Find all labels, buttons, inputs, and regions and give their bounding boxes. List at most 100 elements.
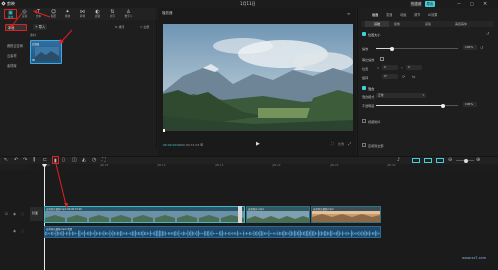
opacity-slider-knob[interactable] (441, 103, 446, 108)
tool-text[interactable]: T 文本 (32, 9, 45, 19)
tab-animation[interactable]: 动画 (400, 12, 406, 17)
video-clip-1[interactable]: 自然风光视频.mp4 00:00:15:00 (44, 206, 245, 223)
subtab-beauty[interactable]: 美颜美体 (455, 22, 467, 26)
waveform-bar (376, 231, 378, 236)
delete-icon[interactable]: ▯ (62, 157, 65, 163)
position-x-field[interactable]: 0 (382, 65, 398, 70)
subtab-mask[interactable]: 蒙版 (425, 22, 431, 26)
reset-icon[interactable]: ↺ (486, 31, 489, 36)
video-clip-3[interactable]: 自然风光视频.mp4 (311, 206, 381, 223)
player-progress-track[interactable] (163, 129, 353, 132)
lock-icon[interactable]: ⊡ (5, 212, 8, 216)
play-button[interactable]: ▶ (256, 141, 260, 147)
blend-checkbox[interactable] (362, 86, 366, 90)
tool-transition[interactable]: ⋈ 转场 (76, 9, 89, 19)
import-button[interactable]: + 导入 (33, 24, 48, 30)
subtab-keying[interactable]: 抠像 (394, 22, 400, 26)
snap-toggle[interactable] (412, 158, 420, 163)
rotate-field[interactable]: 0° (382, 74, 398, 79)
linkage-toggle[interactable] (424, 158, 432, 163)
fullscreen-icon[interactable]: ⤢ (348, 141, 351, 146)
sidebar-item-cloud-assets[interactable]: 云素材 (5, 53, 27, 60)
scale-value-field[interactable]: 100% (463, 45, 477, 50)
tool-avatar[interactable]: ♙ 数字人 (121, 9, 136, 19)
redo-icon[interactable]: ↷ (23, 157, 27, 163)
scale-slider[interactable] (376, 46, 458, 51)
waveform-bar (313, 230, 315, 237)
stabilize-checkbox[interactable] (362, 119, 366, 123)
tab-adjust[interactable]: 调节 (414, 12, 420, 17)
mic-icon[interactable]: ♪ (397, 157, 400, 163)
tool-filter[interactable]: ◐ 滤镜 (91, 9, 104, 19)
zoom-slider[interactable] (456, 158, 474, 163)
close-icon[interactable]: × (483, 1, 487, 7)
grid-icon[interactable]: ⊞ (200, 142, 203, 147)
scale-reset-icon[interactable]: ↺ (480, 45, 483, 50)
flip-horizontal-icon[interactable]: ⇆ (412, 74, 415, 79)
filter-all-button[interactable]: ▽ 全部 (140, 25, 149, 29)
tool-adjust[interactable]: ⇅ 调节 (106, 9, 119, 19)
sort-button[interactable]: ⇅ 排序 (115, 25, 124, 29)
split-clip-icon[interactable]: ▮ (52, 156, 59, 164)
mirror-icon[interactable]: ◭ (82, 157, 86, 163)
crop-clip-icon[interactable]: ⛶ (102, 157, 106, 163)
split-icon[interactable]: ⫼ (33, 157, 35, 163)
zoom-out-icon[interactable]: ⊖ (448, 157, 452, 163)
audio-mute-icon[interactable]: ◌ (21, 229, 24, 233)
audio-clip[interactable]: 自然风光视频.mp4 音频 (44, 226, 381, 238)
crop-icon[interactable]: ⛶ (331, 141, 334, 146)
export-button[interactable]: 导出 (425, 1, 435, 7)
position-size-checkbox[interactable] (362, 32, 366, 36)
aspect-ratio-button[interactable]: 比例 (338, 142, 344, 146)
sidebar-item-library[interactable]: 素材库 (5, 63, 27, 70)
opacity-value-field[interactable]: 100% (463, 102, 477, 107)
uniform-scale-checkbox[interactable] (380, 57, 384, 61)
eye-icon[interactable]: ◉ (13, 212, 16, 216)
stabilize-label: 视频防抖 (368, 120, 381, 124)
tab-ai-effects[interactable]: AI效果 (428, 12, 438, 17)
subtab-basic[interactable]: 基础 (365, 21, 389, 27)
tab-speed[interactable]: 变速 (386, 12, 392, 17)
zoom-slider-knob[interactable] (464, 158, 468, 163)
rotate-icon[interactable]: ⟳ (402, 74, 405, 79)
opacity-slider[interactable] (376, 103, 458, 108)
clip-caption: 已添加 (32, 43, 40, 46)
tool-audio[interactable]: ◎ 音频 (18, 9, 31, 19)
apply-all-checkbox[interactable] (362, 143, 366, 147)
tool-sticker[interactable]: ☺ 贴纸 (47, 9, 60, 19)
undo-icon[interactable]: ↶ (14, 157, 18, 163)
sidebar-item-local[interactable]: 本地 (5, 24, 27, 31)
waveform-bar (285, 231, 286, 236)
waveform-bar (102, 232, 103, 235)
media-clip-thumbnail[interactable]: 已添加 00:01:20 (30, 40, 62, 64)
zoom-in-icon[interactable]: ⊕ (476, 157, 480, 163)
waveform-bar (315, 231, 316, 236)
preview-axis-toggle[interactable] (436, 158, 444, 163)
shortcut-button[interactable]: 快捷键 (410, 1, 422, 7)
waveform-bar (241, 233, 243, 234)
video-clip-2[interactable]: 自然风光.mp4 (246, 206, 310, 223)
select-cursor-icon[interactable]: ↖ (4, 157, 8, 163)
waveform-bar (55, 230, 57, 237)
video-preview[interactable] (163, 24, 353, 130)
waveform-bar (202, 232, 204, 235)
clip-1-trim-handle[interactable] (238, 206, 242, 223)
freeze-icon[interactable]: ◫ (72, 157, 77, 163)
menu-icon[interactable]: ≡ (347, 11, 350, 16)
position-y-field[interactable]: 0 (406, 65, 422, 70)
player-progress-handle[interactable] (163, 129, 165, 132)
tool-media[interactable]: ▣ 媒体 (4, 9, 17, 19)
cover-button[interactable]: 封面 (30, 207, 43, 221)
waveform-bar (259, 230, 261, 237)
delete-left-icon[interactable]: ⊏ (43, 157, 47, 163)
mute-icon[interactable]: ◌ (21, 212, 24, 216)
maximize-icon[interactable]: □ (470, 1, 474, 6)
scale-slider-knob[interactable] (390, 46, 395, 51)
audio-eye-icon[interactable]: ◉ (13, 229, 16, 233)
rotate-clip-icon[interactable]: ◷ (92, 157, 96, 163)
sidebar-item-cloud[interactable]: 我的云空间 (5, 43, 27, 50)
tab-picture[interactable]: 画面 (372, 12, 378, 17)
blend-mode-select[interactable]: 正常 ▾ (376, 93, 426, 98)
minimize-icon[interactable]: — (457, 1, 461, 6)
tool-effects[interactable]: ✦ 特效 (61, 9, 74, 19)
